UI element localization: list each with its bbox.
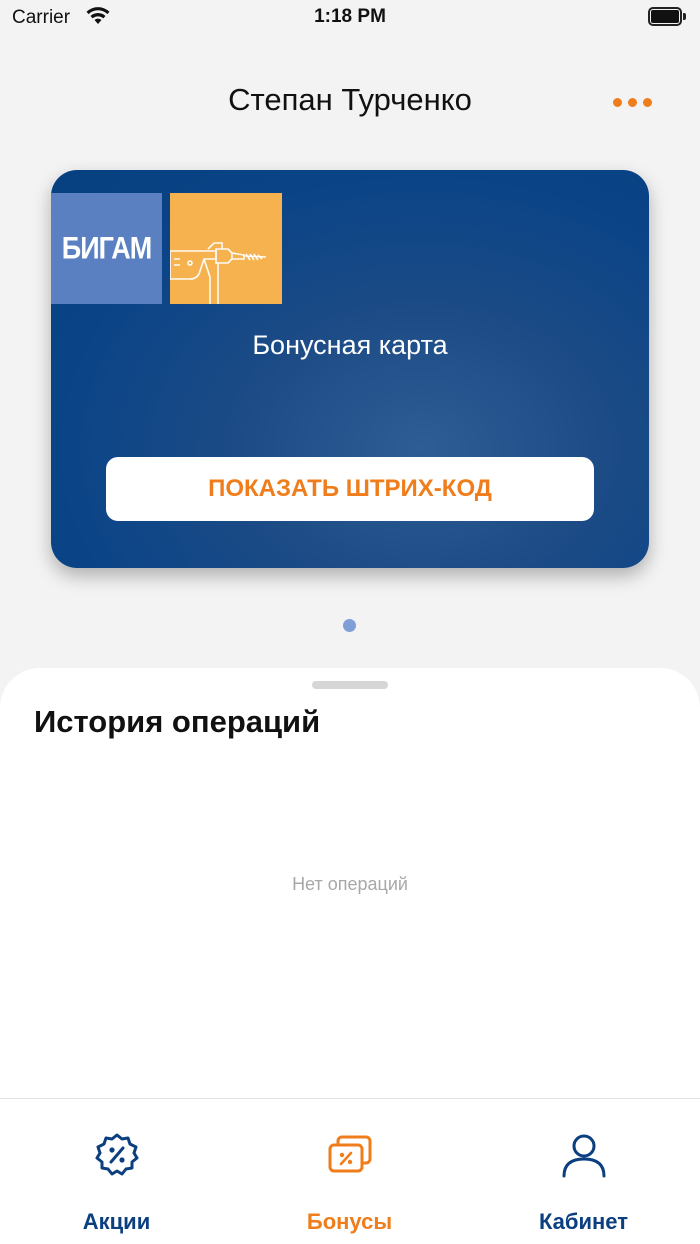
bonus-card[interactable]: БИГАМ Бонусная карта ПОКАЗАТЬ ШТРИХ-КОД [51,170,649,568]
more-menu-button[interactable] [612,92,652,112]
card-title: Бонусная карта [252,330,448,360]
history-sheet: История операций Нет операций [0,668,700,1098]
user-icon [562,1134,605,1178]
drill-icon [169,242,267,304]
tab-account[interactable]: Кабинет [467,1099,700,1244]
sheet-grabber[interactable] [312,681,388,689]
tab-bar: Акции Бонусы Кабинет [0,1098,700,1244]
more-dot [627,97,637,107]
discount-badge-icon [95,1133,138,1176]
tab-bonuses-label: Бонусы [306,1209,393,1234]
tab-promotions-label: Акции [82,1209,151,1234]
history-title: История операций [34,704,321,739]
status-bar: Carrier 1:18 PM [0,0,700,40]
screen: Carrier 1:18 PM Степан Турченко БИГАМ Бо… [0,0,700,1244]
show-barcode-button[interactable]: ПОКАЗАТЬ ШТРИХ-КОД [106,457,594,521]
tab-bonuses[interactable]: Бонусы [233,1099,466,1244]
brand-logo-text: БИГАМ [61,230,152,266]
brand-logo: БИГАМ [51,193,162,304]
page-indicator-dot[interactable] [343,619,356,632]
bonus-cards-icon [328,1135,371,1173]
more-dot [642,97,652,107]
tab-account-label: Кабинет [538,1209,629,1234]
tab-promotions[interactable]: Акции [0,1099,233,1244]
empty-history-text: Нет операций [292,874,408,894]
page-title: Степан Турченко [228,82,472,117]
battery-icon [648,7,686,26]
drill-illustration [169,193,282,304]
status-time: 1:18 PM [314,6,386,27]
more-horizontal-icon [612,97,622,107]
